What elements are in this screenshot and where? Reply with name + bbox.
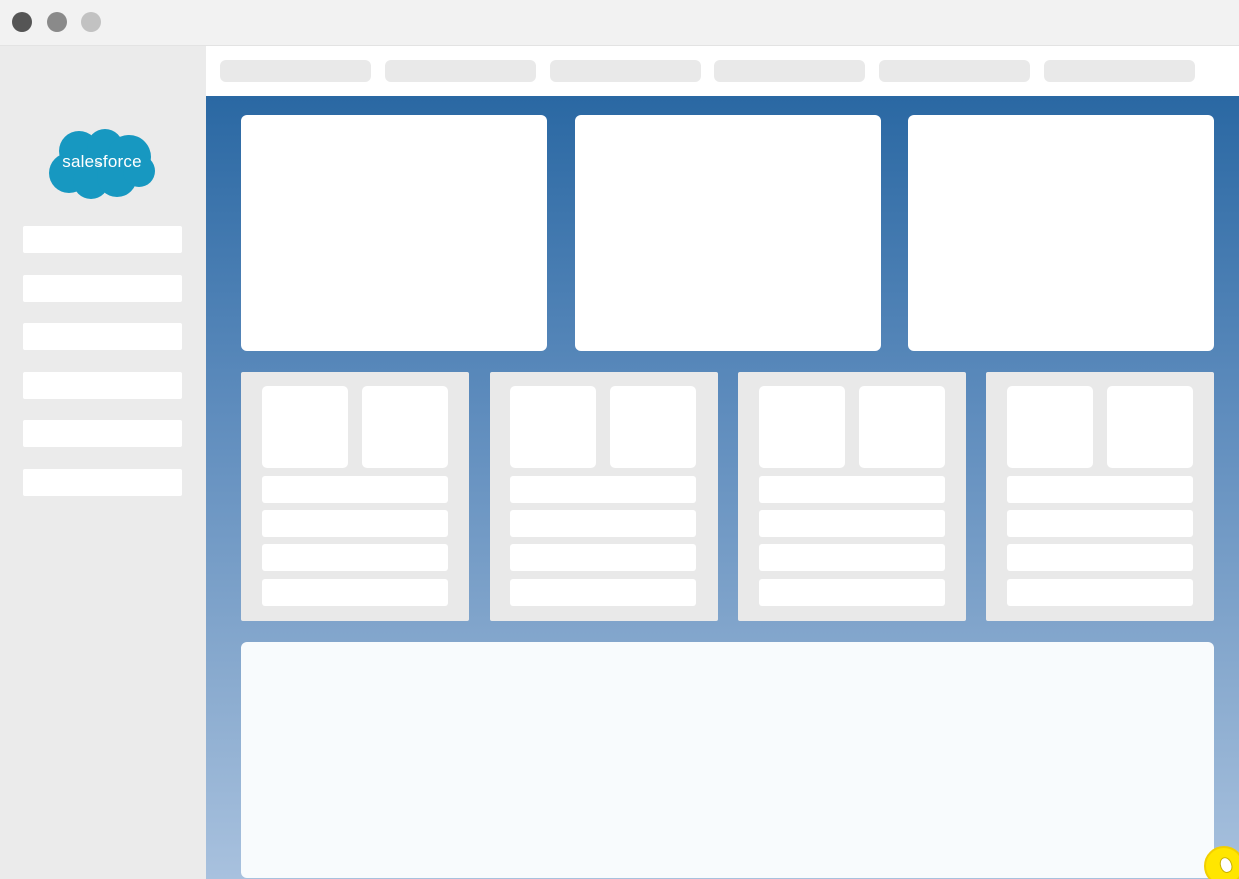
salesforce-logo[interactable]: salesforce [47, 127, 157, 203]
panel-row[interactable] [262, 476, 448, 503]
panel-tile[interactable] [362, 386, 448, 468]
panel-tile[interactable] [759, 386, 845, 468]
panel-row[interactable] [510, 510, 696, 537]
panel-row[interactable] [510, 544, 696, 571]
panel-row[interactable] [759, 579, 945, 606]
panel-1 [241, 372, 469, 621]
minimize-window-button[interactable] [47, 12, 67, 32]
panel-tile[interactable] [262, 386, 348, 468]
panel-row[interactable] [1007, 544, 1193, 571]
nav-tab-2[interactable] [385, 60, 536, 82]
nav-tab-6[interactable] [1044, 60, 1195, 82]
panel-tile[interactable] [610, 386, 696, 468]
panel-row[interactable] [262, 510, 448, 537]
sidebar-item-6[interactable] [23, 469, 182, 496]
top-navigation [206, 46, 1239, 96]
sidebar-item-1[interactable] [23, 226, 182, 253]
panel-row[interactable] [262, 579, 448, 606]
panel-tile[interactable] [859, 386, 945, 468]
panel-row[interactable] [759, 544, 945, 571]
nav-tab-4[interactable] [714, 60, 865, 82]
nav-tab-3[interactable] [550, 60, 701, 82]
bottom-card[interactable] [241, 642, 1214, 878]
help-button[interactable] [1204, 846, 1239, 879]
panel-row[interactable] [510, 579, 696, 606]
panel-row[interactable] [262, 544, 448, 571]
sidebar: salesforce [0, 46, 206, 879]
browser-window: salesforce [0, 0, 1239, 879]
panel-row[interactable] [510, 476, 696, 503]
panel-4 [986, 372, 1214, 621]
panel-row[interactable] [1007, 476, 1193, 503]
nav-tab-1[interactable] [220, 60, 371, 82]
sidebar-item-5[interactable] [23, 420, 182, 447]
panel-row[interactable] [759, 476, 945, 503]
window-titlebar [0, 0, 1239, 46]
panel-tile[interactable] [510, 386, 596, 468]
top-card-3[interactable] [908, 115, 1214, 351]
panel-tile[interactable] [1007, 386, 1093, 468]
close-window-button[interactable] [12, 12, 32, 32]
top-card-2[interactable] [575, 115, 881, 351]
top-card-1[interactable] [241, 115, 547, 351]
panel-2 [490, 372, 718, 621]
maximize-window-button[interactable] [81, 12, 101, 32]
help-icon [1217, 855, 1235, 875]
nav-tab-5[interactable] [879, 60, 1030, 82]
sidebar-item-4[interactable] [23, 372, 182, 399]
logo-wordmark: salesforce [62, 152, 142, 171]
panel-3 [738, 372, 966, 621]
sidebar-item-2[interactable] [23, 275, 182, 302]
main-content [206, 96, 1239, 879]
panel-tile[interactable] [1107, 386, 1193, 468]
panel-row[interactable] [759, 510, 945, 537]
sidebar-item-3[interactable] [23, 323, 182, 350]
panel-row[interactable] [1007, 510, 1193, 537]
panel-row[interactable] [1007, 579, 1193, 606]
